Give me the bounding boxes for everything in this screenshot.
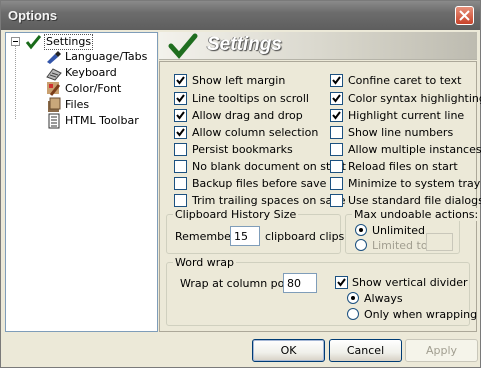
tree-item-language-tabs[interactable]: Language/Tabs: [46, 49, 156, 65]
checkbox-box[interactable]: [330, 126, 343, 139]
tree-connector: [15, 46, 16, 119]
html-toolbar-icon: [46, 113, 62, 129]
files-icon: [46, 97, 62, 113]
tree-item-label: Files: [65, 98, 90, 111]
checkbox-box[interactable]: [330, 109, 343, 122]
radio-dot[interactable]: [347, 308, 359, 320]
radio-dot[interactable]: [355, 239, 367, 251]
checkbox-label: Allow multiple instances: [348, 143, 481, 156]
group-title: Clipboard History Size: [173, 208, 299, 221]
clipboard-size-input[interactable]: 15: [230, 226, 260, 246]
apply-button[interactable]: Apply: [405, 339, 478, 362]
radio-label: Unlimited: [372, 224, 425, 237]
radio-label: Only when wrapping: [364, 308, 478, 321]
checkbox-box[interactable]: [330, 143, 343, 156]
tree-item-settings[interactable]: Settings: [25, 34, 105, 50]
checkbox-box[interactable]: [335, 276, 348, 289]
checkbox-label: Persist bookmarks: [192, 143, 293, 156]
radio-label: Limited to:: [372, 239, 432, 252]
title-bar[interactable]: Options: [1, 1, 480, 30]
radio-dot[interactable]: [355, 224, 367, 236]
checkbox-box[interactable]: [174, 160, 187, 173]
color-font-icon: [46, 81, 62, 97]
checkbox-box[interactable]: [174, 194, 187, 207]
clipboard-history-group: Clipboard History Size Remember 15 clipb…: [166, 208, 345, 254]
language-tabs-icon: [46, 49, 62, 65]
page-title: Settings: [207, 34, 282, 55]
checkbox-label: Color syntax highlighting: [348, 92, 481, 105]
checkbox-label: Show vertical divider: [352, 276, 468, 289]
group-title: Max undoable actions:: [352, 208, 481, 221]
checkbox-box[interactable]: [174, 177, 187, 190]
collapse-toggle-icon[interactable]: [11, 37, 20, 46]
checkbox-box[interactable]: [174, 74, 187, 87]
checkbox-box[interactable]: [174, 143, 187, 156]
tree-item-label: Settings: [44, 34, 94, 50]
checkbox-label: Use standard file dialogs: [348, 194, 481, 207]
checkbox-label: Confine caret to text: [348, 74, 462, 87]
tree-item-label: Color/Font: [65, 82, 122, 95]
tree-item-html-toolbar[interactable]: HTML Toolbar: [46, 113, 156, 129]
radio-label: Always: [364, 292, 403, 305]
tree-item-color-font[interactable]: Color/Font: [46, 81, 156, 97]
tree-item-keyboard[interactable]: Keyboard: [46, 65, 156, 81]
settings-content: Show left margin Line tooltips on scroll…: [159, 61, 481, 332]
checkbox-box[interactable]: [330, 92, 343, 105]
word-wrap-group: Word wrap Wrap at column pos: 80 Show ve…: [166, 256, 477, 326]
check-icon: [25, 34, 42, 50]
checkbox-label: Trim trailing spaces on save: [192, 194, 346, 207]
checkbox-box[interactable]: [330, 177, 343, 190]
settings-header: Settings: [159, 32, 477, 60]
clipboard-clips-label: clipboard clips: [265, 230, 345, 243]
checkbox-label: Line tooltips on scroll: [192, 92, 309, 105]
group-title: Word wrap: [173, 256, 237, 269]
remember-label: Remember: [175, 230, 236, 243]
checkbox-label: Show left margin: [192, 74, 286, 87]
tree-item-label: Language/Tabs: [65, 50, 148, 63]
checkbox-label: Allow drag and drop: [192, 109, 303, 122]
wrap-column-input[interactable]: 80: [283, 273, 317, 293]
checkbox-label: Backup files before save: [192, 177, 327, 190]
checkbox-label: Reload files on start: [348, 160, 458, 173]
keyboard-icon: [46, 65, 62, 81]
checkbox-label: No blank document on start: [192, 160, 346, 173]
checkbox-label: Highlight current line: [348, 109, 465, 122]
checkbox-box[interactable]: [330, 194, 343, 207]
check-icon: [168, 33, 198, 62]
cancel-button[interactable]: Cancel: [329, 339, 402, 362]
tree-item-files[interactable]: Files: [46, 97, 156, 113]
checkbox-label: Show line numbers: [348, 126, 454, 139]
checkbox-box[interactable]: [330, 74, 343, 87]
window-title: Options: [8, 8, 58, 23]
checkbox-box[interactable]: [174, 109, 187, 122]
radio-dot[interactable]: [347, 292, 359, 304]
checkbox-box[interactable]: [174, 126, 187, 139]
settings-tree: Settings Language/Tabs Keyboard Color/Fo…: [5, 32, 158, 332]
close-button[interactable]: [455, 6, 474, 25]
tree-item-label: HTML Toolbar: [65, 114, 139, 127]
max-undo-group: Max undoable actions: Unlimited Limited …: [345, 208, 481, 254]
options-window: Options Settings Language/Tabs Keyboard …: [0, 0, 481, 368]
limited-to-input[interactable]: [426, 233, 453, 251]
wrap-column-label: Wrap at column pos:: [180, 277, 294, 290]
checkbox-label: Minimize to system tray: [348, 177, 481, 190]
checkbox-box[interactable]: [174, 92, 187, 105]
checkbox-box[interactable]: [330, 160, 343, 173]
tree-item-label: Keyboard: [65, 66, 117, 79]
ok-button[interactable]: OK: [252, 339, 325, 362]
checkbox-label: Allow column selection: [192, 126, 319, 139]
